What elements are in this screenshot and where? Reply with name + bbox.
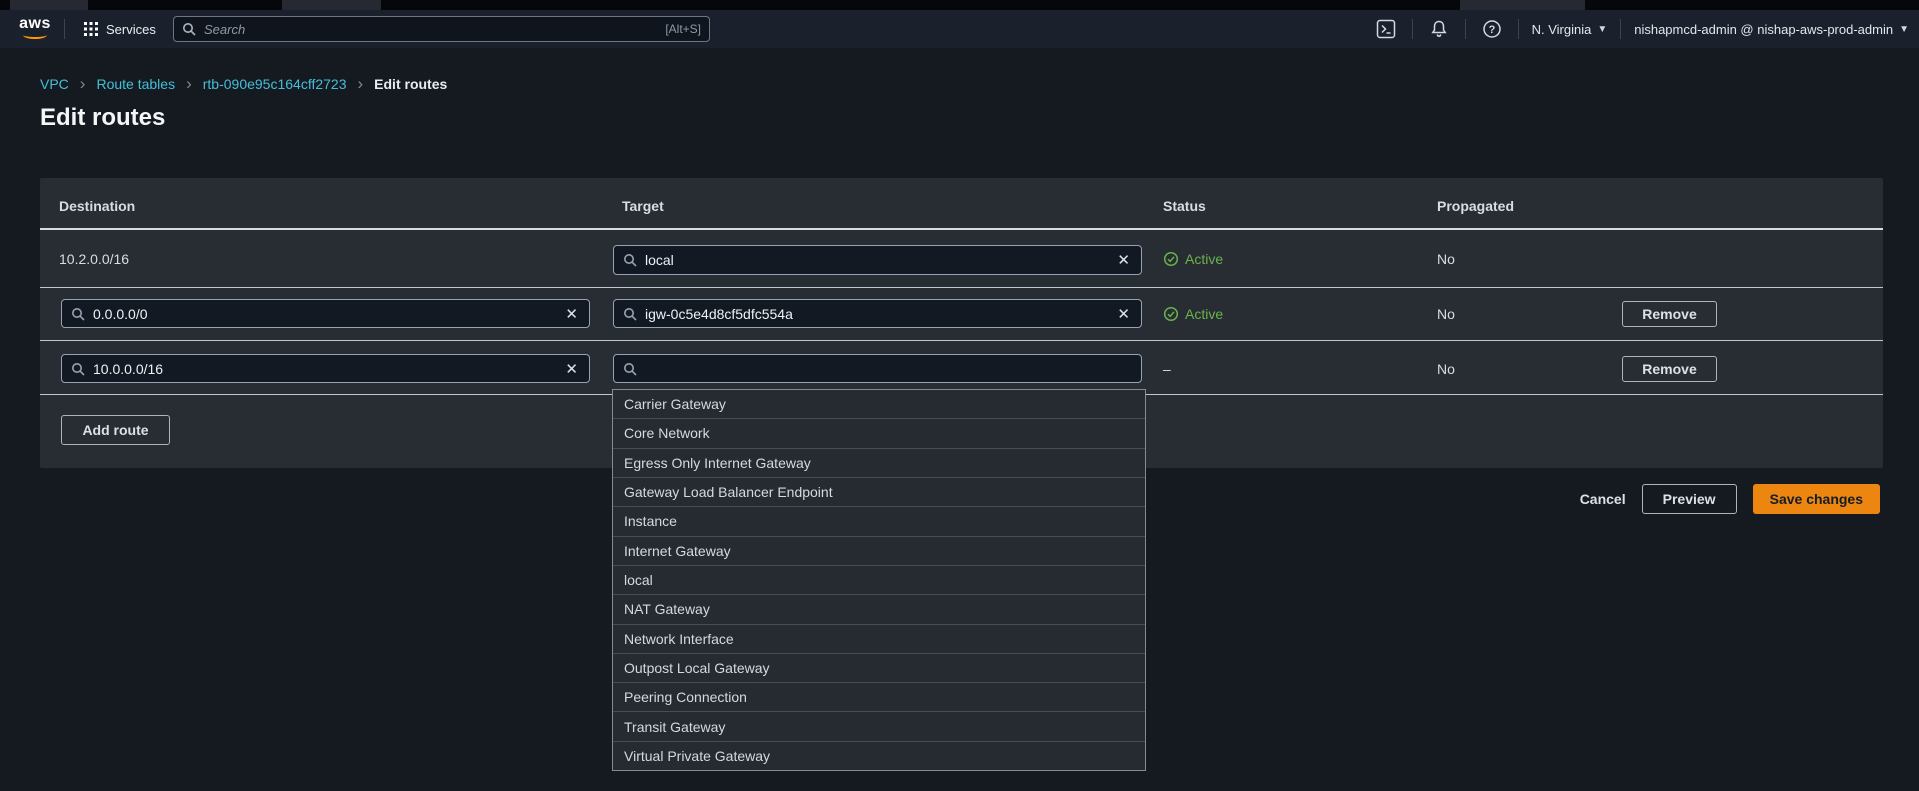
region-selector[interactable]: N. Virginia ▼: [1532, 22, 1608, 37]
notifications-button[interactable]: [1426, 16, 1452, 42]
propagated-value: No: [1437, 251, 1455, 267]
dropdown-option-outpost-local-gateway[interactable]: Outpost Local Gateway: [613, 653, 1145, 682]
status-row3: –: [1163, 361, 1171, 377]
dropdown-option-gateway-load-balancer-endpoint[interactable]: Gateway Load Balancer Endpoint: [613, 477, 1145, 506]
nav-divider: [1465, 19, 1466, 39]
dropdown-option-network-interface[interactable]: Network Interface: [613, 624, 1145, 653]
row-divider: [40, 287, 1883, 288]
dropdown-option-transit-gateway[interactable]: Transit Gateway: [613, 711, 1145, 740]
chevron-right-icon: ›: [186, 77, 192, 91]
search-icon: [71, 307, 85, 321]
remove-route-button-row3[interactable]: Remove: [1622, 356, 1717, 382]
check-circle-icon: [1163, 306, 1179, 322]
target-input-row3[interactable]: [613, 354, 1142, 383]
page-title: Edit routes: [40, 104, 165, 132]
svg-text:?: ?: [1488, 24, 1495, 36]
column-header-propagated: Propagated: [1437, 198, 1514, 214]
chevron-down-icon: ▼: [1597, 24, 1607, 35]
account-menu[interactable]: nishapmcd-admin @ nishap-aws-prod-admin …: [1634, 22, 1909, 37]
browser-tab-remnant: [282, 0, 381, 10]
clear-icon[interactable]: ✕: [1115, 305, 1132, 323]
target-input-row1[interactable]: ✕: [613, 245, 1142, 275]
dropdown-option-egress-only-internet-gateway[interactable]: Egress Only Internet Gateway: [613, 448, 1145, 477]
nav-divider: [1518, 19, 1519, 39]
target-input-row2-field[interactable]: [645, 306, 1115, 322]
column-header-target: Target: [622, 198, 664, 214]
search-icon: [71, 362, 85, 376]
chevron-right-icon: ›: [80, 77, 86, 91]
dropdown-option-internet-gateway[interactable]: Internet Gateway: [613, 536, 1145, 565]
preview-button[interactable]: Preview: [1642, 484, 1737, 514]
services-label: Services: [106, 22, 156, 37]
dropdown-option-instance[interactable]: Instance: [613, 506, 1145, 535]
aws-logo[interactable]: aws: [18, 16, 52, 39]
destination-input-row3-field[interactable]: [93, 361, 563, 377]
target-input-row1-field[interactable]: [645, 252, 1115, 268]
destination-value: 10.2.0.0/16: [59, 251, 129, 267]
target-options-dropdown: Carrier Gateway Core Network Egress Only…: [612, 389, 1146, 771]
browser-tab-remnant: [10, 0, 88, 10]
browser-tab-remnant: [1460, 0, 1585, 10]
help-button[interactable]: ?: [1479, 16, 1505, 42]
row-divider: [40, 340, 1883, 341]
destination-input-row2-field[interactable]: [93, 306, 563, 322]
search-icon: [182, 22, 196, 36]
dropdown-option-nat-gateway[interactable]: NAT Gateway: [613, 594, 1145, 623]
status-label: Active: [1185, 251, 1223, 267]
clear-icon[interactable]: ✕: [1115, 251, 1132, 269]
breadcrumb-route-table-id[interactable]: rtb-090e95c164cff2723: [203, 76, 347, 92]
region-label: N. Virginia: [1532, 22, 1592, 37]
nav-divider: [1412, 19, 1413, 39]
cancel-button[interactable]: Cancel: [1580, 491, 1626, 507]
save-changes-button[interactable]: Save changes: [1753, 484, 1880, 514]
status-row2: Active: [1163, 306, 1223, 322]
grid-icon: [84, 22, 98, 36]
browser-chrome-strip: [0, 0, 1919, 10]
column-header-destination: Destination: [59, 198, 135, 214]
status-label: Active: [1185, 306, 1223, 322]
question-circle-icon: ?: [1482, 19, 1502, 39]
column-header-status: Status: [1163, 198, 1206, 214]
add-route-button[interactable]: Add route: [61, 415, 170, 445]
search-icon: [623, 253, 637, 267]
search-icon: [623, 362, 637, 376]
cloudshell-terminal-icon: [1376, 19, 1396, 39]
dropdown-option-local[interactable]: local: [613, 565, 1145, 594]
aws-logo-text: aws: [18, 16, 52, 31]
breadcrumb: VPC › Route tables › rtb-090e95c164cff27…: [40, 76, 447, 92]
propagated-value: No: [1437, 361, 1455, 377]
clear-icon[interactable]: ✕: [563, 360, 580, 378]
chevron-down-icon: ▼: [1899, 24, 1909, 35]
breadcrumb-current: Edit routes: [374, 76, 447, 92]
check-circle-icon: [1163, 251, 1179, 267]
breadcrumb-vpc[interactable]: VPC: [40, 76, 69, 92]
nav-divider: [1620, 19, 1621, 39]
search-icon: [623, 307, 637, 321]
clear-icon[interactable]: ✕: [563, 305, 580, 323]
account-label: nishapmcd-admin @ nishap-aws-prod-admin: [1634, 22, 1893, 37]
chevron-right-icon: ›: [358, 77, 364, 91]
destination-input-row3[interactable]: ✕: [61, 354, 590, 383]
cloudshell-button[interactable]: [1373, 16, 1399, 42]
dropdown-option-core-network[interactable]: Core Network: [613, 418, 1145, 447]
bell-icon: [1429, 19, 1449, 39]
header-divider: [40, 228, 1883, 230]
remove-route-button-row2[interactable]: Remove: [1622, 301, 1717, 327]
status-row1: Active: [1163, 251, 1223, 267]
aws-smile-icon: [23, 31, 47, 39]
nav-divider: [64, 19, 65, 39]
search-shortcut-hint: [Alt+S]: [665, 22, 701, 36]
destination-input-row2[interactable]: ✕: [61, 299, 590, 328]
global-search-box[interactable]: [Alt+S]: [173, 16, 710, 42]
breadcrumb-route-tables[interactable]: Route tables: [96, 76, 175, 92]
propagated-value: No: [1437, 306, 1455, 322]
global-search-input[interactable]: [204, 22, 665, 37]
services-menu-button[interactable]: Services: [84, 10, 156, 48]
dropdown-option-virtual-private-gateway[interactable]: Virtual Private Gateway: [613, 741, 1145, 770]
top-navigation-bar: aws Services [Alt+S]: [0, 10, 1919, 48]
dropdown-option-peering-connection[interactable]: Peering Connection: [613, 682, 1145, 711]
target-input-row2[interactable]: ✕: [613, 299, 1142, 328]
target-input-row3-field[interactable]: [645, 361, 1132, 377]
dropdown-option-carrier-gateway[interactable]: Carrier Gateway: [613, 390, 1145, 418]
